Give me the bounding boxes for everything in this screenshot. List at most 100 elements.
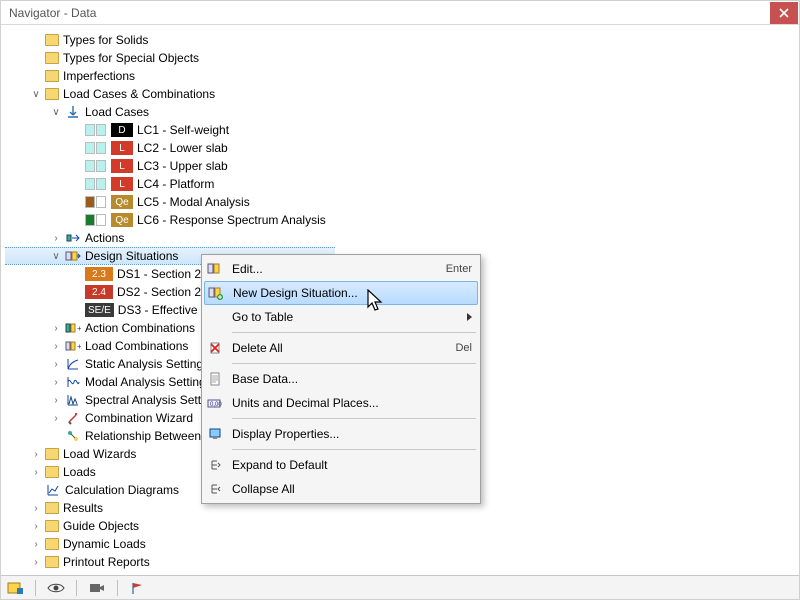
delete-icon	[206, 339, 224, 357]
menu-separator	[232, 363, 476, 364]
lc-color-boxes	[85, 214, 107, 226]
tree-item[interactable]: L LC2 - Lower slab	[5, 139, 799, 157]
expand-toggle[interactable]: ›	[49, 411, 63, 425]
tree-label: LC4 - Platform	[137, 177, 220, 191]
tree-label: Design Situations	[85, 249, 184, 263]
ds-tag: SE/E	[85, 303, 114, 317]
window-title: Navigator - Data	[9, 6, 770, 20]
expand-toggle[interactable]: ›	[49, 339, 63, 353]
design-situations-icon	[65, 249, 81, 263]
expand-toggle[interactable]: ›	[49, 393, 63, 407]
menu-collapse-all[interactable]: Collapse All	[202, 477, 480, 501]
display-props-icon	[206, 425, 224, 443]
lc-tag: L	[111, 159, 133, 173]
tree-label: Load Wizards	[63, 447, 142, 461]
expand-toggle[interactable]: ›	[49, 321, 63, 335]
tree-label: Load Cases & Combinations	[63, 87, 221, 101]
tree-item[interactable]: ∨ Load Cases	[5, 103, 799, 121]
lc-tag: Qe	[111, 195, 133, 209]
ds-tag: 2.4	[85, 285, 113, 299]
folder-icon	[45, 556, 59, 568]
menu-expand-default[interactable]: Expand to Default	[202, 453, 480, 477]
expand-toggle[interactable]: ›	[29, 555, 43, 569]
tree-label: Calculation Diagrams	[65, 483, 185, 497]
context-menu: Edit... Enter New Design Situation... Go…	[201, 254, 481, 504]
action-combinations-icon: +	[65, 321, 81, 335]
spectral-settings-icon	[65, 393, 81, 407]
new-icon	[207, 284, 225, 302]
tree-item[interactable]: ▶ Types for Special Objects	[5, 49, 799, 67]
expand-toggle[interactable]: ∨	[49, 249, 63, 263]
tree-label: Actions	[85, 231, 130, 245]
expand-toggle[interactable]: ›	[29, 447, 43, 461]
load-combinations-icon: +	[65, 339, 81, 353]
tree-label: Dynamic Loads	[63, 537, 152, 551]
folder-icon	[45, 88, 59, 100]
menu-new-design-situation[interactable]: New Design Situation...	[204, 281, 478, 305]
menu-units[interactable]: 0,00 Units and Decimal Places...	[202, 391, 480, 415]
units-icon: 0,00	[206, 394, 224, 412]
folder-icon	[45, 502, 59, 514]
close-icon	[779, 8, 789, 18]
chart-icon	[45, 483, 61, 497]
lc-color-boxes	[85, 160, 107, 172]
lc-color-boxes	[85, 124, 107, 136]
tree-item[interactable]: ▶ Imperfections	[5, 67, 799, 85]
collapse-icon	[206, 480, 224, 498]
tree-item[interactable]: › Guide Objects	[5, 517, 799, 535]
expand-toggle[interactable]: ›	[49, 375, 63, 389]
tree-item[interactable]: D LC1 - Self-weight	[5, 121, 799, 139]
tree-item[interactable]: L LC4 - Platform	[5, 175, 799, 193]
tree-item[interactable]: Qe LC5 - Modal Analysis	[5, 193, 799, 211]
menu-display-properties[interactable]: Display Properties...	[202, 422, 480, 446]
tree-label: LC3 - Upper slab	[137, 159, 234, 173]
tree-label: LC6 - Response Spectrum Analysis	[137, 213, 332, 227]
menu-separator	[232, 332, 476, 333]
tree-label: Load Cases	[85, 105, 155, 119]
expand-toggle[interactable]: ›	[29, 537, 43, 551]
data-tab-icon[interactable]	[5, 579, 25, 597]
lc-tag: Qe	[111, 213, 133, 227]
tree-item[interactable]: L LC3 - Upper slab	[5, 157, 799, 175]
close-button[interactable]	[770, 2, 798, 24]
folder-icon	[45, 538, 59, 550]
tree-label: LC2 - Lower slab	[137, 141, 234, 155]
expand-toggle[interactable]: ›	[49, 357, 63, 371]
lc-color-boxes	[85, 196, 107, 208]
folder-icon	[45, 520, 59, 532]
eye-tab-icon[interactable]	[46, 579, 66, 597]
expand-toggle[interactable]: ›	[29, 465, 43, 479]
expand-icon	[206, 456, 224, 474]
flag-tab-icon[interactable]	[128, 579, 148, 597]
svg-text:+: +	[77, 324, 81, 333]
tree-item[interactable]: › Actions	[5, 229, 799, 247]
tree-item[interactable]: Qe LC6 - Response Spectrum Analysis	[5, 211, 799, 229]
tree-item[interactable]: ▶ Types for Solids	[5, 31, 799, 49]
tree-item[interactable]: › Dynamic Loads	[5, 535, 799, 553]
tree-label: Load Combinations	[85, 339, 194, 353]
tree-label: Types for Special Objects	[63, 51, 205, 65]
bottom-toolbar	[1, 575, 799, 599]
expand-toggle[interactable]: ∨	[49, 105, 63, 119]
expand-toggle[interactable]: ›	[49, 231, 63, 245]
actions-icon	[65, 231, 81, 245]
menu-delete-all[interactable]: Delete All Del	[202, 336, 480, 360]
titlebar: Navigator - Data	[1, 1, 799, 25]
expand-toggle[interactable]: ›	[29, 501, 43, 515]
static-settings-icon	[65, 357, 81, 371]
folder-icon	[45, 70, 59, 82]
tree-item[interactable]: ∨ Load Cases & Combinations	[5, 85, 799, 103]
expand-toggle[interactable]: ∨	[29, 87, 43, 101]
menu-base-data[interactable]: Base Data...	[202, 367, 480, 391]
expand-toggle[interactable]: ›	[29, 519, 43, 533]
tree-item[interactable]: › Printout Reports	[5, 553, 799, 571]
menu-go-to-table[interactable]: Go to Table	[202, 305, 480, 329]
modal-settings-icon	[65, 375, 81, 389]
document-icon	[206, 370, 224, 388]
camera-tab-icon[interactable]	[87, 579, 107, 597]
folder-icon	[45, 448, 59, 460]
tree-label: Action Combinations	[85, 321, 201, 335]
svg-text:+: +	[77, 342, 81, 351]
submenu-arrow-icon	[467, 313, 472, 321]
menu-edit[interactable]: Edit... Enter	[202, 257, 480, 281]
